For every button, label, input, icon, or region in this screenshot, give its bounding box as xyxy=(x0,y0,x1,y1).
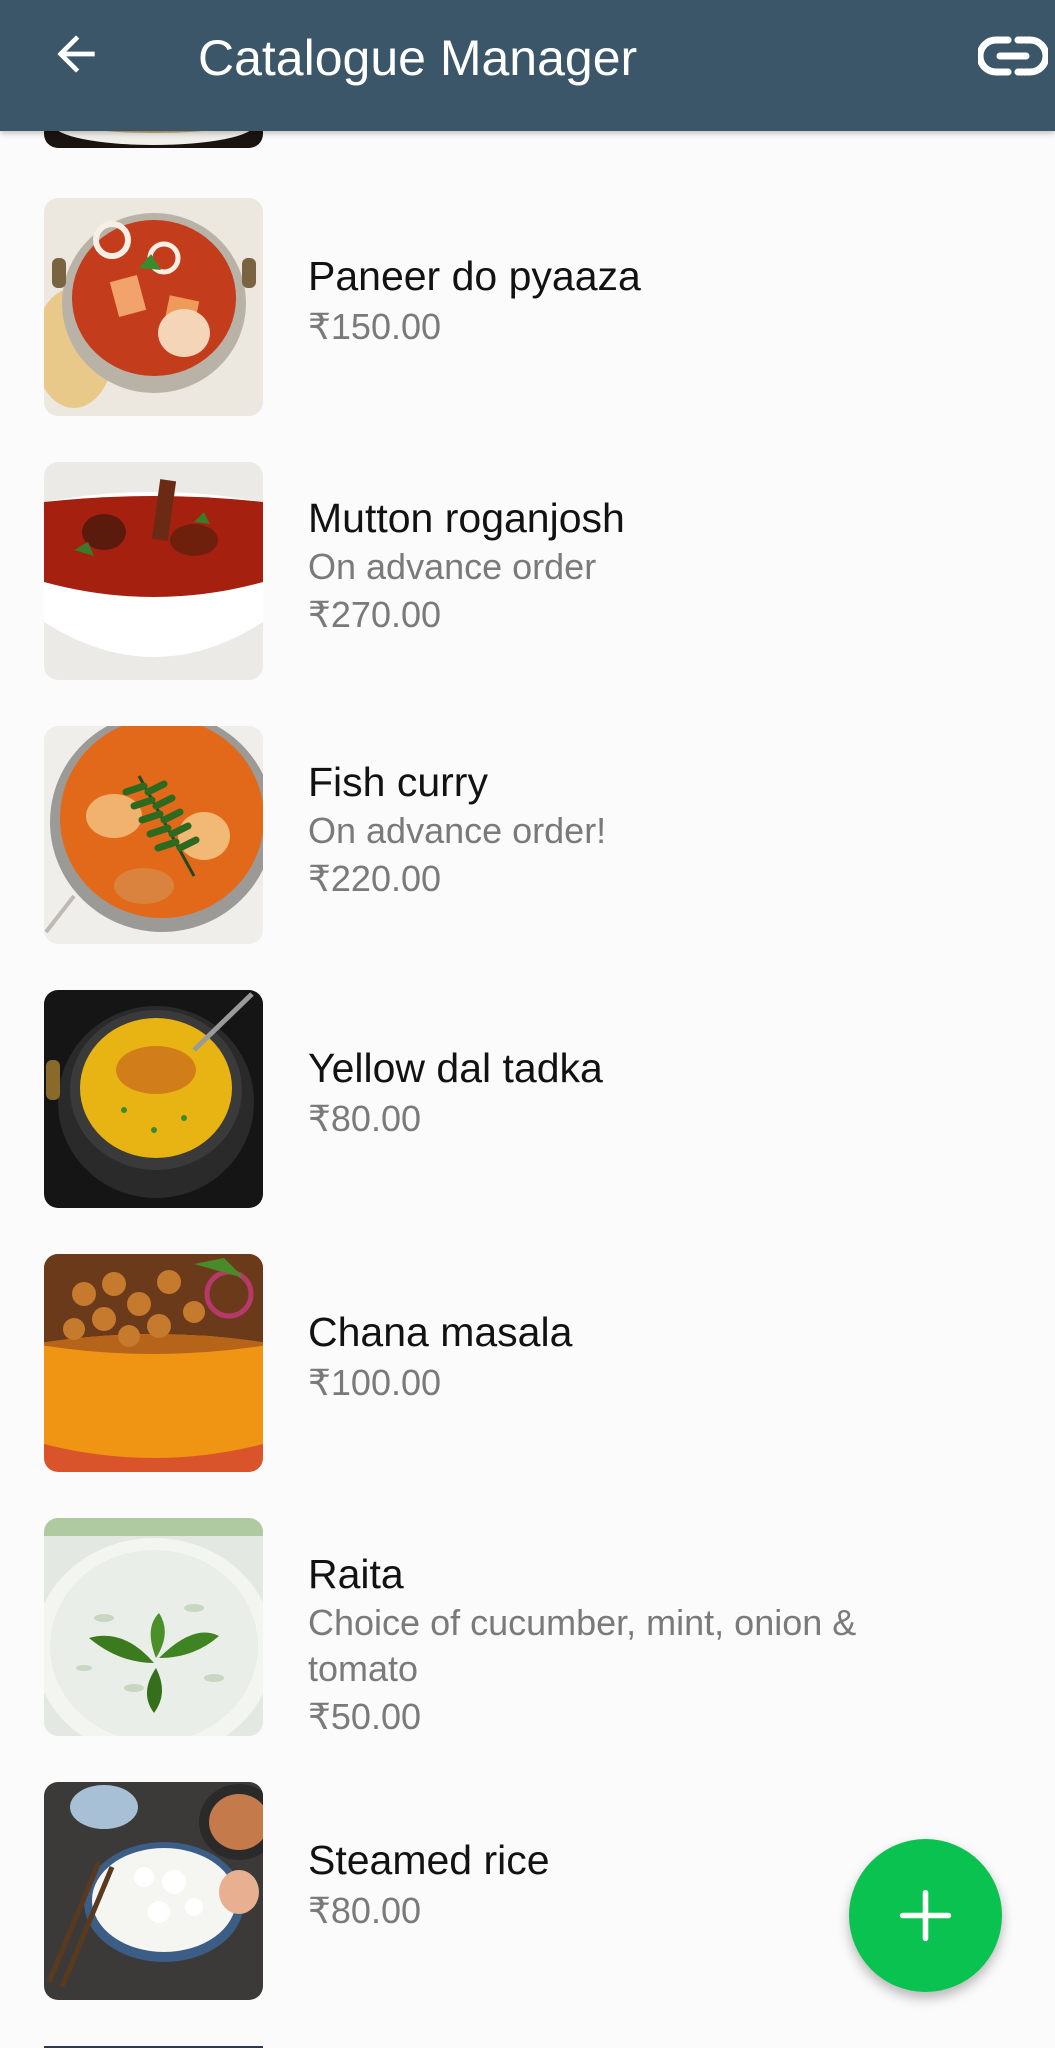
product-price: ₹150.00 xyxy=(308,306,442,347)
app-bar: Catalogue Manager xyxy=(0,0,1055,131)
product-description: On advance order xyxy=(308,546,597,587)
product-price: ₹270.00 xyxy=(308,594,442,635)
product-image xyxy=(44,726,263,944)
link-icon[interactable] xyxy=(978,30,1048,82)
product-name: Raita xyxy=(308,1551,404,1597)
product-price: ₹100.00 xyxy=(308,1362,442,1403)
product-image xyxy=(44,1254,263,1472)
page-title: Catalogue Manager xyxy=(198,30,638,86)
product-name: Fish curry xyxy=(308,759,488,805)
product-price: ₹80.00 xyxy=(308,1098,421,1139)
product-name: Chana masala xyxy=(308,1309,573,1355)
product-name: Paneer do pyaaza xyxy=(308,253,641,299)
product-name: Yellow dal tadka xyxy=(308,1045,603,1091)
product-description: On advance order! xyxy=(308,810,607,851)
add-product-button[interactable] xyxy=(849,1839,1002,1992)
product-image xyxy=(44,198,263,416)
product-price: ₹50.00 xyxy=(308,1696,421,1737)
product-image xyxy=(44,462,263,680)
product-list: Paneer do pyaaza ₹150.00 Mutton roganjos… xyxy=(0,0,1055,2048)
product-image xyxy=(44,1782,263,2000)
product-description: Choice of cucumber, mint, onion & tomato xyxy=(308,1602,857,1689)
product-image xyxy=(44,990,263,1208)
plus-icon xyxy=(899,1889,952,1942)
arrow-left-icon[interactable] xyxy=(48,26,104,82)
product-name: Steamed rice xyxy=(308,1837,550,1883)
product-price: ₹220.00 xyxy=(308,858,442,899)
product-image xyxy=(44,1518,263,1736)
product-price: ₹80.00 xyxy=(308,1890,421,1931)
product-name: Mutton roganjosh xyxy=(308,495,625,541)
